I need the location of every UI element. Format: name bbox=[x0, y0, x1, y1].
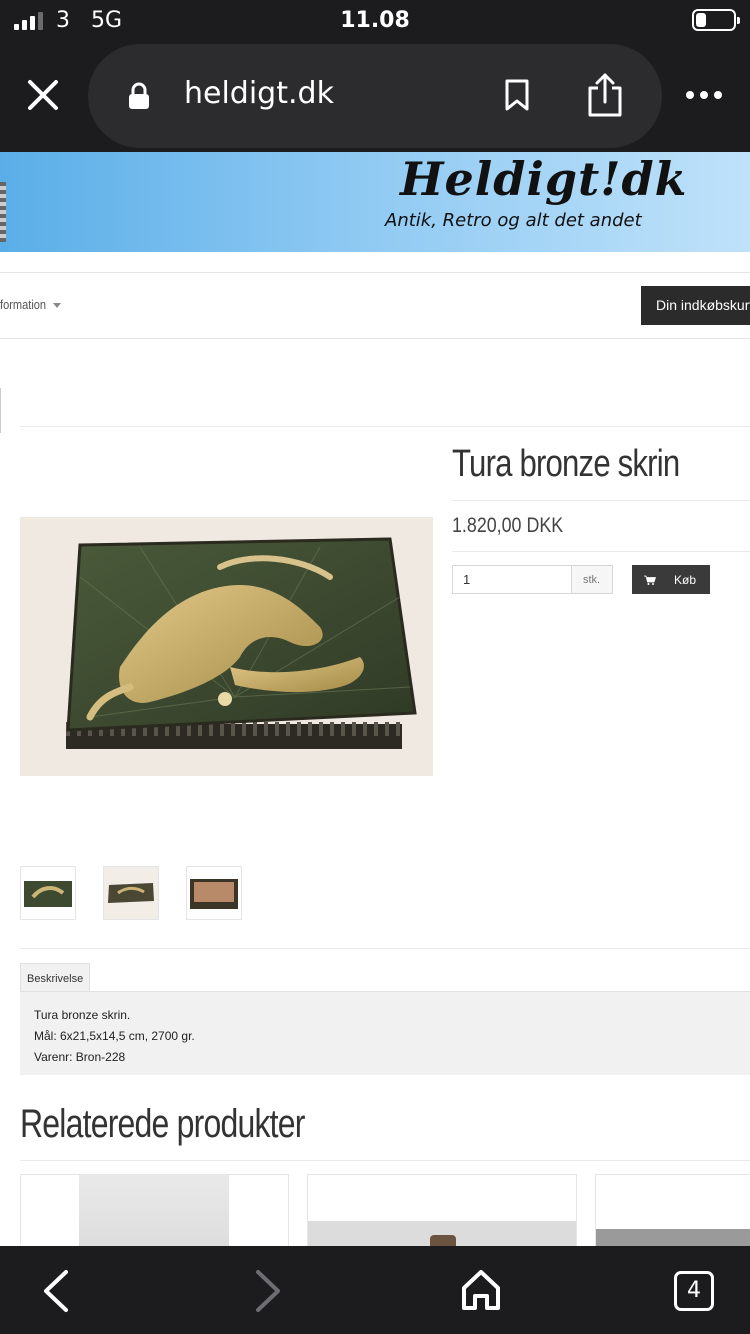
battery-icon bbox=[692, 9, 740, 31]
close-icon[interactable] bbox=[22, 74, 64, 116]
quantity-input[interactable] bbox=[452, 565, 572, 594]
bookmark-icon[interactable] bbox=[504, 78, 530, 112]
more-icon[interactable] bbox=[684, 88, 724, 102]
tab-switcher-button[interactable]: 4 bbox=[674, 1271, 714, 1311]
product-thumbnail[interactable] bbox=[186, 866, 242, 920]
clock: 11.08 bbox=[340, 8, 410, 33]
status-bar: 3 5G 11.08 bbox=[0, 0, 750, 44]
site-logo: Heldigt!dk bbox=[400, 152, 688, 206]
divider bbox=[20, 426, 750, 427]
tab-description[interactable]: Beskrivelse bbox=[20, 963, 90, 992]
cart-button[interactable]: Din indkøbskurv bbox=[641, 286, 750, 325]
divider bbox=[0, 338, 750, 339]
site-banner[interactable]: Heldigt!dk Antik, Retro og alt det andet bbox=[0, 152, 750, 252]
browser-bottom-bar: 4 bbox=[0, 1246, 750, 1334]
product-thumbnail[interactable] bbox=[20, 866, 76, 920]
back-icon[interactable] bbox=[40, 1268, 72, 1314]
divider bbox=[20, 948, 750, 949]
share-icon[interactable] bbox=[586, 72, 624, 118]
lock-icon bbox=[129, 82, 149, 109]
divider bbox=[20, 1160, 750, 1161]
quantity-unit: stk. bbox=[572, 565, 613, 594]
related-products-title: Relaterede produkter bbox=[20, 1102, 305, 1146]
nav-item-information[interactable]: formation bbox=[0, 297, 46, 312]
product-title: Tura bronze skrin bbox=[452, 443, 680, 485]
related-product-card[interactable] bbox=[595, 1174, 750, 1254]
cart-icon bbox=[644, 575, 656, 585]
divider bbox=[452, 551, 750, 552]
address-bar[interactable]: heldigt.dk bbox=[88, 44, 662, 148]
chevron-down-icon bbox=[53, 303, 61, 308]
site-tagline: Antik, Retro og alt det andet bbox=[385, 210, 642, 231]
buy-label: Køb bbox=[674, 572, 697, 587]
divider bbox=[452, 500, 750, 501]
related-product-card[interactable] bbox=[307, 1174, 577, 1254]
description-line: Mål: 6x21,5x14,5 cm, 2700 gr. bbox=[34, 1029, 195, 1043]
product-price: 1.820,00 DKK bbox=[452, 514, 564, 537]
description-panel: Tura bronze skrin. Mål: 6x21,5x14,5 cm, … bbox=[20, 991, 750, 1075]
product-image[interactable] bbox=[20, 517, 433, 776]
url-text: heldigt.dk bbox=[184, 76, 334, 111]
product-thumbnail[interactable] bbox=[103, 866, 159, 920]
buy-button[interactable]: Køb bbox=[632, 565, 710, 594]
home-icon[interactable] bbox=[460, 1268, 502, 1312]
divider bbox=[0, 272, 750, 273]
forward-icon[interactable] bbox=[252, 1268, 284, 1314]
description-line: Tura bronze skrin. bbox=[34, 1008, 131, 1022]
divider bbox=[0, 388, 1, 433]
browser-toolbar: heldigt.dk bbox=[0, 44, 750, 152]
description-line: Varenr: Bron-228 bbox=[34, 1050, 126, 1064]
banner-decoration bbox=[0, 182, 6, 242]
related-product-card[interactable] bbox=[20, 1174, 289, 1254]
